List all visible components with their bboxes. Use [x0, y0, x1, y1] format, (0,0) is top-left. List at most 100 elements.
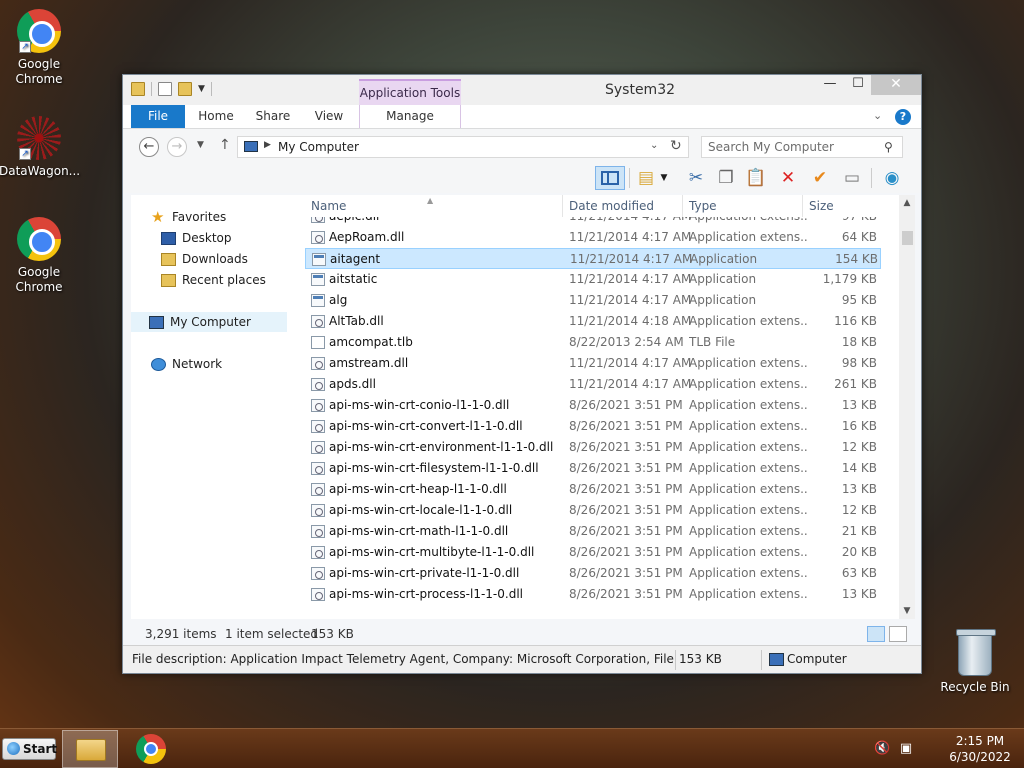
file-date-modified: 8/26/2021 3:51 PM — [569, 545, 683, 559]
scroll-down-arrow-icon[interactable]: ▼ — [899, 603, 915, 619]
tab-share[interactable]: Share — [251, 105, 295, 128]
maximize-button[interactable]: ☐ — [845, 75, 871, 95]
expand-ribbon-icon[interactable]: ⌄ — [873, 109, 882, 122]
file-row[interactable]: api-ms-win-crt-convert-l1-1-0.dll 8/26/20… — [305, 416, 881, 437]
folder-options-icon[interactable]: ▤ — [633, 166, 659, 190]
nav-desktop[interactable]: Desktop — [161, 228, 232, 248]
forward-button[interactable]: → — [167, 137, 187, 157]
file-row[interactable]: aitstatic 11/21/2014 4:17 AM Application 1,… — [305, 269, 881, 290]
file-explorer-icon — [76, 739, 106, 761]
scroll-up-arrow-icon[interactable]: ▲ — [899, 195, 915, 211]
file-row[interactable]: api-ms-win-crt-multibyte-l1-1-0.dll 8/26/… — [305, 542, 881, 563]
file-size: 13 KB — [841, 398, 877, 412]
file-row[interactable]: alg 11/21/2014 4:17 AM Application 95 KB — [305, 290, 881, 311]
taskbar-file-explorer[interactable] — [62, 730, 118, 768]
cut-icon[interactable]: ✂ — [683, 166, 709, 190]
system-clock[interactable]: 2:15 PM 6/30/2022 — [944, 733, 1016, 765]
tab-home[interactable]: Home — [195, 105, 237, 128]
file-row[interactable]: AepRoam.dll 11/21/2014 4:17 AM Application… — [305, 227, 881, 248]
tab-file[interactable]: File — [131, 105, 185, 128]
recent-locations-dropdown-icon[interactable]: ▼ — [197, 140, 204, 150]
chevron-right-icon[interactable]: ▶ — [264, 140, 271, 150]
file-date-modified: 11/21/2014 4:17 AM — [569, 293, 692, 307]
file-row[interactable]: api-ms-win-crt-private-l1-1-0.dll 8/26/20… — [305, 563, 881, 584]
nav-recent-places[interactable]: Recent places — [161, 270, 266, 290]
large-icons-view-button[interactable] — [889, 626, 907, 642]
desktop-icon-google-chrome-2[interactable]: Google Chrome — [0, 217, 79, 295]
file-row[interactable]: aepic.dll 11/21/2014 4:17 AMApplication e… — [305, 217, 881, 227]
tab-view[interactable]: View — [309, 105, 349, 128]
file-row[interactable]: api-ms-win-crt-heap-l1-1-0.dll 8/26/2021 … — [305, 479, 881, 500]
file-name: api-ms-win-crt-multibyte-l1-1-0.dll — [329, 545, 535, 559]
search-icon[interactable]: ⚲ — [884, 140, 893, 154]
column-header-date-modified[interactable]: Date modified — [563, 195, 683, 217]
tab-manage[interactable]: Manage — [359, 105, 461, 128]
file-row[interactable]: aitagent 11/21/2014 4:17 AM Application 154… — [305, 248, 881, 269]
start-button[interactable]: Start — [2, 738, 57, 760]
file-row[interactable]: api-ms-win-crt-environment-l1-1-0.dll 8/2… — [305, 437, 881, 458]
close-button[interactable]: ✕ — [871, 75, 921, 95]
column-header-type[interactable]: Type — [683, 195, 803, 217]
nav-downloads[interactable]: Downloads — [161, 249, 248, 269]
computer-icon — [244, 141, 258, 152]
qat-separator — [210, 82, 212, 96]
nav-network[interactable]: Network — [151, 354, 222, 374]
nav-item-label: Recent places — [182, 273, 266, 287]
file-row[interactable]: AltTab.dll 11/21/2014 4:18 AM Application … — [305, 311, 881, 332]
file-row[interactable]: api-ms-win-crt-process-l1-1-0.dll 8/26/20… — [305, 584, 881, 605]
folder-options-dropdown-icon[interactable]: ▼ — [657, 166, 671, 190]
address-bar[interactable]: ▶ My Computer ⌄ ↻ — [237, 136, 689, 158]
globe-icon[interactable]: ◉ — [879, 166, 905, 190]
file-name: api-ms-win-crt-environment-l1-1-0.dll — [329, 440, 554, 454]
vertical-scrollbar[interactable]: ▲ ▼ — [899, 195, 915, 619]
nav-my-computer[interactable]: My Computer — [131, 312, 287, 332]
speaker-muted-icon[interactable]: 🔇 — [874, 741, 890, 757]
desktop-icon-datawagon[interactable]: ↗ DataWagon... — [0, 116, 80, 179]
copy-icon[interactable]: ❐ — [713, 166, 739, 190]
file-row[interactable]: apds.dll 11/21/2014 4:17 AM Application ex… — [305, 374, 881, 395]
navigation-pane: ★ Favorites Desktop Downloads Recent plac… — [131, 195, 301, 619]
file-row[interactable]: api-ms-win-crt-locale-l1-1-0.dll 8/26/202… — [305, 500, 881, 521]
details-view-button[interactable] — [867, 626, 885, 642]
folder-icon[interactable] — [131, 82, 145, 96]
search-box[interactable]: ⚲ — [701, 136, 903, 158]
nav-favorites[interactable]: ★ Favorites — [151, 207, 226, 227]
rename-icon[interactable]: ▭ — [839, 166, 865, 190]
taskbar-chrome-icon[interactable] — [136, 734, 166, 764]
file-row[interactable]: api-ms-win-crt-filesystem-l1-1-0.dll 8/26… — [305, 458, 881, 479]
nav-item-label: Favorites — [172, 210, 227, 224]
qat-dropdown-icon[interactable]: ▼ — [198, 84, 205, 94]
file-row[interactable]: api-ms-win-crt-conio-l1-1-0.dll 8/26/2021… — [305, 395, 881, 416]
file-row[interactable]: api-ms-win-crt-math-l1-1-0.dll 8/26/2021 … — [305, 521, 881, 542]
paste-icon[interactable]: 📋 — [743, 166, 769, 190]
file-dll-icon — [311, 546, 325, 559]
file-row[interactable]: amstream.dll 11/21/2014 4:17 AM Applicatio… — [305, 353, 881, 374]
file-row[interactable]: amcompat.tlb 8/22/2013 2:54 AM TLB File 18 … — [305, 332, 881, 353]
star-icon: ★ — [151, 207, 165, 226]
title-bar[interactable]: ▼ Application Tools System32 — ☐ ✕ — [123, 75, 921, 105]
shortcut-arrow-icon: ↗ — [19, 148, 31, 160]
help-icon[interactable]: ? — [895, 109, 911, 125]
new-folder-icon[interactable] — [178, 82, 192, 96]
desktop-icon-google-chrome[interactable]: ↗ Google Chrome — [0, 9, 79, 87]
file-name: api-ms-win-crt-convert-l1-1-0.dll — [329, 419, 523, 433]
file-dll-icon — [311, 504, 325, 517]
file-name: api-ms-win-crt-math-l1-1-0.dll — [329, 524, 509, 538]
network-status-icon[interactable]: ▣ — [898, 741, 914, 757]
back-button[interactable]: ← — [139, 137, 159, 157]
address-path[interactable]: My Computer — [278, 140, 359, 154]
desktop-icon-recycle-bin[interactable]: Recycle Bin — [935, 629, 1015, 695]
delete-icon[interactable]: ✕ — [775, 166, 801, 190]
refresh-icon[interactable]: ↻ — [670, 138, 682, 154]
minimize-button[interactable]: — — [817, 75, 843, 95]
scrollbar-thumb[interactable] — [902, 231, 913, 245]
up-button[interactable]: ↑ — [219, 137, 231, 153]
properties-icon[interactable] — [158, 82, 172, 96]
column-header-size[interactable]: Size — [803, 195, 881, 217]
preview-pane-button[interactable] — [595, 166, 625, 190]
column-header-name[interactable]: Name ▲ — [305, 195, 563, 217]
file-date-modified: 11/21/2014 4:17 AM — [569, 217, 691, 227]
checkmark-icon[interactable]: ✔ — [807, 166, 833, 190]
search-input[interactable] — [708, 140, 878, 154]
address-dropdown-icon[interactable]: ⌄ — [650, 140, 658, 151]
